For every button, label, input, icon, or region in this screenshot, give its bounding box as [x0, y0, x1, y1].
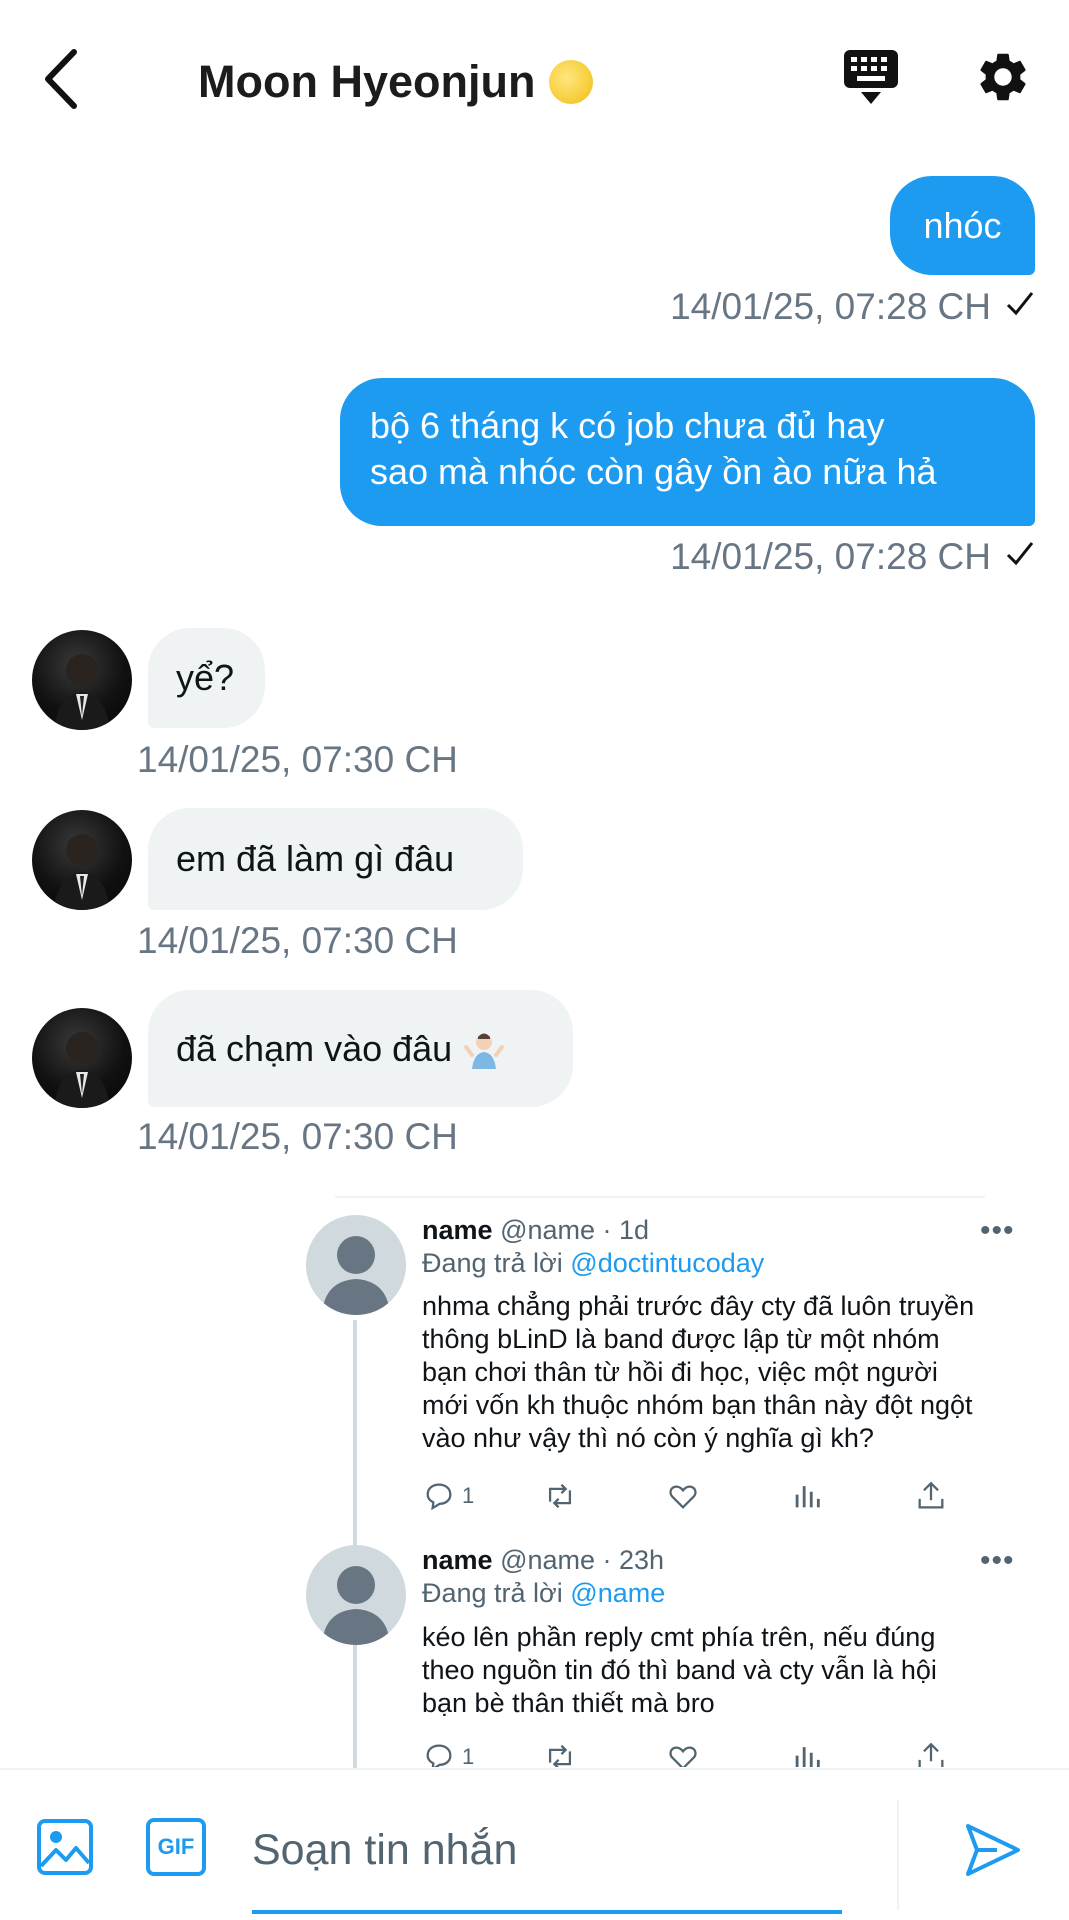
add-gif-button[interactable]: GIF	[146, 1818, 206, 1876]
message-bubble-incoming[interactable]: em đã làm gì đâu	[148, 808, 523, 910]
retweet-icon	[548, 1483, 572, 1509]
retweet-button[interactable]	[542, 1479, 666, 1513]
contact-avatar[interactable]	[32, 1008, 132, 1108]
tweet-handle-time: @name · 1d	[500, 1215, 650, 1245]
tweet-header: name @name · 23h	[422, 1545, 664, 1576]
reply-button[interactable]: 1	[422, 1479, 542, 1513]
reply-icon	[426, 1483, 452, 1511]
analytics-icon	[795, 1747, 820, 1767]
tweet-body: kéo lên phần reply cmt phía trên, nếu đú…	[422, 1622, 937, 1718]
person-shrugging-emoji	[464, 1029, 505, 1069]
tweet-header: name @name · 1d	[422, 1215, 649, 1246]
add-image-button[interactable]	[36, 1818, 94, 1876]
replying-to-label: Đang trả lời	[422, 1578, 563, 1608]
send-divider	[897, 1800, 899, 1910]
default-profile-icon	[322, 1566, 390, 1645]
gif-icon: GIF	[146, 1818, 206, 1876]
reply-count: 1	[462, 1483, 475, 1508]
message-timestamp: 14/01/25, 07:28 CH	[670, 286, 1035, 328]
tweet-author-name[interactable]: name	[422, 1545, 493, 1575]
full-moon-emoji	[549, 60, 594, 104]
tweet-body: nhma chẳng phải trước đây cty đã luôn tr…	[422, 1291, 975, 1453]
message-bubble-outgoing[interactable]: bộ 6 tháng k có job chưa đủ hay sao mà n…	[340, 378, 1035, 526]
message-bubble-incoming[interactable]: yể?	[148, 628, 265, 728]
reply-count: 1	[462, 1744, 475, 1767]
retweet-button[interactable]	[542, 1740, 666, 1767]
default-profile-icon	[322, 1236, 390, 1315]
message-timestamp: 14/01/25, 07:30 CH	[137, 739, 458, 780]
message-text: em đã làm gì đâu	[176, 838, 455, 879]
contact-avatar[interactable]	[32, 810, 132, 910]
message-timestamp: 14/01/25, 07:30 CH	[137, 920, 458, 961]
chevron-left-icon	[45, 49, 77, 109]
message-bubble-incoming[interactable]: đã chạm vào đâu	[148, 990, 573, 1107]
analytics-icon	[795, 1486, 820, 1508]
keyboard-shortcuts-button[interactable]	[843, 48, 899, 108]
tweet-actions-clip: 1	[422, 1737, 1042, 1767]
message-input[interactable]	[252, 1805, 842, 1895]
keyboard-icon	[844, 50, 898, 104]
message-text-line: sao mà nhóc còn gây ồn ào nữa hả	[370, 451, 937, 492]
message-text: đã chạm vào đâu	[176, 1027, 453, 1069]
share-icon	[918, 1742, 944, 1767]
back-button[interactable]	[38, 44, 88, 114]
views-button[interactable]	[790, 1479, 914, 1513]
message-text: yể?	[176, 657, 235, 698]
tweet-actions: 1	[422, 1476, 974, 1516]
tweet-replying-to: Đang trả lời @name	[422, 1578, 665, 1609]
input-focus-underline	[252, 1910, 842, 1914]
avatar-image	[54, 654, 110, 730]
views-button[interactable]	[790, 1740, 914, 1767]
send-button[interactable]	[963, 1820, 1023, 1880]
tweet-replying-to: Đang trả lời @doctintucoday	[422, 1248, 764, 1279]
share-icon	[918, 1481, 944, 1509]
replying-to-link[interactable]: @doctintucoday	[570, 1248, 764, 1278]
sent-check-icon	[1005, 536, 1035, 578]
like-button[interactable]	[666, 1740, 790, 1767]
contact-name: Moon Hyeonjun	[198, 56, 536, 107]
reply-icon	[426, 1744, 452, 1767]
timestamp-text: 14/01/25, 07:28 CH	[670, 536, 991, 577]
send-icon	[966, 1824, 1020, 1876]
message-timestamp: 14/01/25, 07:30 CH	[137, 1116, 458, 1157]
settings-button[interactable]	[974, 48, 1032, 106]
contact-avatar[interactable]	[32, 630, 132, 730]
conversation-title[interactable]: Moon Hyeonjun	[198, 50, 594, 114]
tweet-avatar[interactable]	[306, 1215, 406, 1315]
share-button[interactable]	[914, 1479, 974, 1513]
tweet-author-name[interactable]: name	[422, 1215, 493, 1245]
image-icon	[37, 1819, 93, 1875]
tweet-card-top-border	[335, 1196, 985, 1198]
avatar-image	[54, 1032, 110, 1108]
gear-icon	[980, 53, 1026, 101]
tweet-actions: 1	[422, 1737, 1042, 1767]
tweet-more-button[interactable]: •••	[980, 1214, 1015, 1248]
heart-icon	[669, 1485, 697, 1509]
share-button[interactable]	[914, 1740, 974, 1767]
retweet-icon	[548, 1744, 572, 1767]
reply-button[interactable]: 1	[422, 1740, 542, 1767]
replying-to-label: Đang trả lời	[422, 1248, 563, 1278]
tweet-more-button[interactable]: •••	[980, 1544, 1015, 1578]
heart-icon	[669, 1746, 697, 1767]
message-text: nhóc	[923, 204, 1002, 246]
message-text-line: bộ 6 tháng k có job chưa đủ hay	[370, 405, 885, 446]
avatar-image	[54, 834, 110, 910]
like-button[interactable]	[666, 1479, 790, 1513]
timestamp-text: 14/01/25, 07:28 CH	[670, 286, 991, 327]
tweet-handle-time: @name · 23h	[500, 1545, 665, 1575]
message-bubble-outgoing[interactable]: nhóc	[890, 176, 1035, 275]
replying-to-link[interactable]: @name	[570, 1578, 665, 1608]
gif-label: GIF	[157, 1834, 195, 1859]
tweet-avatar[interactable]	[306, 1545, 406, 1645]
composer-divider	[0, 1768, 1069, 1770]
sent-check-icon	[1005, 286, 1035, 328]
message-timestamp: 14/01/25, 07:28 CH	[670, 536, 1035, 578]
